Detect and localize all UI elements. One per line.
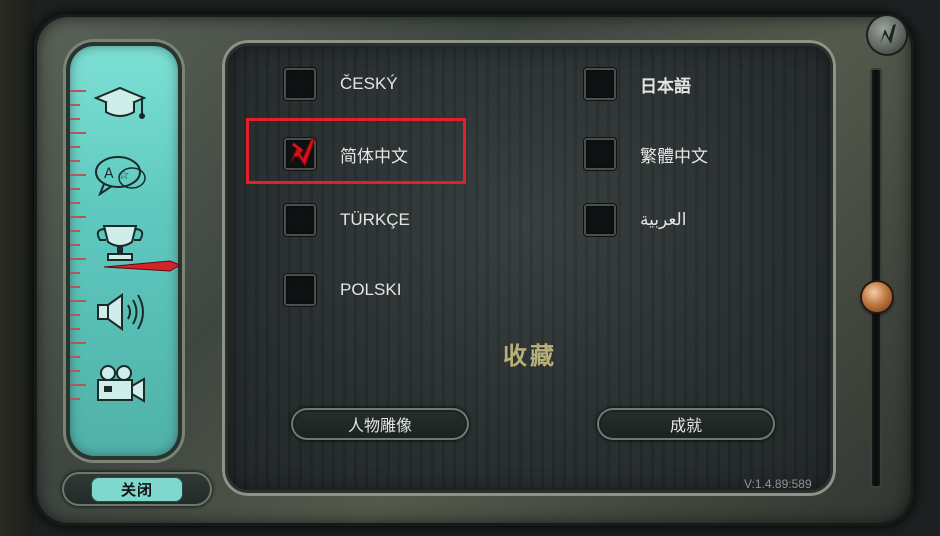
language-option-traditional-chinese[interactable]: 繁體中文 <box>584 134 708 174</box>
language-label: العربية <box>640 210 687 229</box>
checkbox[interactable] <box>584 204 616 236</box>
achievements-button[interactable]: 成就 <box>597 408 775 440</box>
scrollbar-thumb[interactable] <box>862 282 892 312</box>
translate-speech-icon[interactable]: A ☆ <box>90 150 150 198</box>
version-label: V:1.4.89:589 <box>744 477 812 491</box>
selected-category-pointer <box>103 258 182 272</box>
language-option-turkish[interactable]: TÜRKÇE <box>284 200 410 240</box>
portraits-button[interactable]: 人物雕像 <box>291 408 469 440</box>
selection-highlight <box>246 118 466 184</box>
speaker-icon[interactable] <box>90 288 150 336</box>
game-emblem-icon <box>868 16 906 54</box>
language-label: 日本語 <box>640 76 691 96</box>
language-label: ČESKÝ <box>340 74 398 93</box>
scrollbar-track[interactable] <box>870 68 882 488</box>
checkbox[interactable] <box>584 138 616 170</box>
language-option-polish[interactable]: POLSKI <box>284 270 401 310</box>
movie-camera-icon[interactable] <box>90 360 150 408</box>
graduation-cap-icon[interactable] <box>90 80 150 128</box>
checkbox[interactable] <box>284 274 316 306</box>
sidebar-ruler <box>66 90 88 410</box>
collection-title: 收藏 <box>503 342 557 370</box>
background-edge <box>0 0 34 536</box>
close-button-label: 关闭 <box>90 476 183 502</box>
svg-text:A: A <box>104 166 114 182</box>
checkbox[interactable] <box>284 204 316 236</box>
language-label: TÜRKÇE <box>340 210 410 229</box>
checkbox[interactable] <box>584 68 616 100</box>
language-option-czech[interactable]: ČESKÝ <box>284 64 398 104</box>
checkbox[interactable] <box>284 68 316 100</box>
language-option-arabic[interactable]: العربية <box>584 200 686 240</box>
language-label: POLSKI <box>340 280 402 299</box>
language-option-japanese[interactable]: 日本語 <box>584 64 691 104</box>
close-button[interactable]: 关闭 <box>62 472 212 506</box>
language-label: 繁體中文 <box>640 146 708 166</box>
